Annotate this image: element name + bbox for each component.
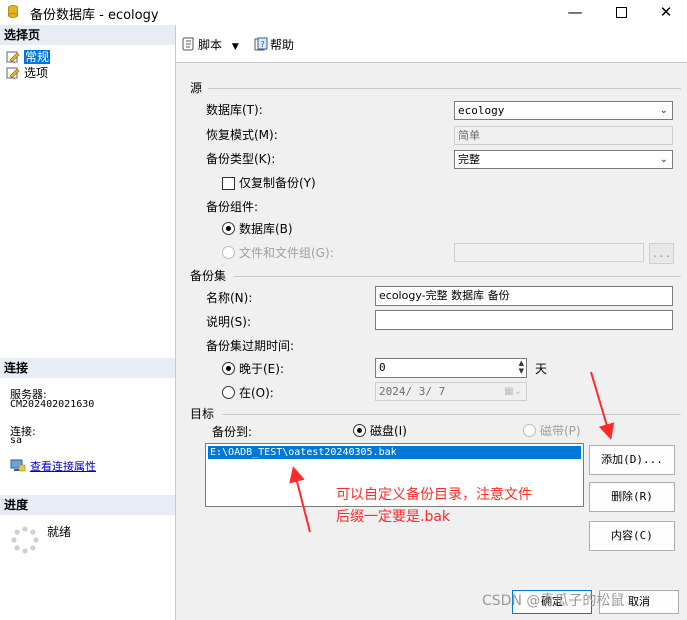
- chevron-down-icon: ⌄: [659, 105, 668, 116]
- divider: [234, 276, 681, 277]
- chevron-down-icon: ▼: [231, 42, 239, 52]
- connection-properties-icon: [10, 459, 26, 472]
- destination-group-label: 目标: [190, 407, 215, 421]
- description-label: 说明(S):: [206, 315, 252, 329]
- component-database-label: 数据库(B): [239, 222, 293, 236]
- chevron-down-icon: ⌄: [659, 154, 668, 165]
- annotation-line-1: 可以自定义备份目录，注意文件: [336, 487, 532, 503]
- expire-label: 备份集过期时间:: [206, 339, 295, 353]
- divider: [222, 414, 681, 415]
- source-group-label: 源: [190, 81, 203, 95]
- left-pane: 选择页 常规 选项 连接 服务器: CM202402021630 连接: sa …: [0, 25, 176, 620]
- divider: [208, 88, 681, 89]
- page-item-general-label: 常规: [24, 50, 51, 64]
- help-button[interactable]: ? 帮助: [254, 37, 294, 53]
- maximize-button[interactable]: [598, 0, 644, 24]
- general-page: 源 数据库(T): ecology ⌄ 恢复模式(M): 简单 备份类型(K):…: [176, 62, 687, 584]
- spinner-icon: [11, 526, 39, 554]
- backup-component-label: 备份组件:: [206, 200, 259, 214]
- remove-destination-button[interactable]: 删除(R): [589, 482, 675, 512]
- backup-to-label: 备份到:: [212, 425, 253, 439]
- connection-value: sa: [10, 435, 23, 446]
- disk-label: 磁盘(I): [370, 424, 407, 438]
- view-connection-properties-label: 查看连接属性: [30, 460, 96, 473]
- filegroups-field: [454, 243, 644, 262]
- help-icon: ?: [254, 37, 268, 51]
- backup-set-group-label: 备份集: [190, 269, 227, 283]
- expire-after-label: 晚于(E):: [239, 362, 284, 376]
- expire-date-picker[interactable]: 2024/ 3/ 7 ▦⌄: [375, 382, 527, 401]
- recovery-model-label: 恢复模式(M):: [206, 128, 278, 142]
- view-connection-properties-link[interactable]: 查看连接属性: [10, 458, 96, 474]
- backup-type-label: 备份类型(K):: [206, 152, 276, 166]
- copy-only-checkbox[interactable]: [222, 177, 235, 190]
- progress-header: 进度: [0, 495, 175, 515]
- page-item-options-label: 选项: [24, 66, 49, 80]
- svg-text:?: ?: [261, 40, 265, 49]
- database-select[interactable]: ecology ⌄: [454, 101, 673, 120]
- minimize-button[interactable]: —: [552, 0, 598, 24]
- expire-on-label: 在(O):: [239, 386, 274, 400]
- stepper-arrows-icon: ▲ ▼: [518, 359, 524, 375]
- expire-days-value: 0: [379, 361, 386, 374]
- copy-only-label: 仅复制备份(Y): [239, 176, 316, 190]
- days-label: 天: [535, 362, 548, 376]
- watermark: CSDN @青瓜子的松鼠: [482, 593, 625, 609]
- script-label: 脚本: [198, 38, 223, 52]
- annotation-line-2: 后缀一定要是.bak: [336, 509, 451, 525]
- page-item-general[interactable]: 常规: [6, 49, 51, 65]
- calendar-icon: ▦⌄: [504, 386, 522, 397]
- database-select-value: ecology: [458, 104, 505, 117]
- expire-after-radio[interactable]: [222, 362, 235, 375]
- name-label: 名称(N):: [206, 291, 253, 305]
- script-icon: [182, 37, 194, 51]
- progress-status: 就绪: [47, 525, 72, 539]
- toolbar: 脚本 ▼ ? 帮助: [176, 25, 687, 62]
- connection-header: 连接: [0, 358, 175, 378]
- script-button[interactable]: 脚本 ▼: [182, 37, 239, 53]
- add-destination-button[interactable]: 添加(D)...: [589, 445, 675, 475]
- component-files-label: 文件和文件组(G):: [239, 246, 334, 260]
- expire-on-radio[interactable]: [222, 386, 235, 399]
- server-value: CM202402021630: [10, 399, 95, 410]
- disk-radio[interactable]: [353, 424, 366, 437]
- backup-name-input[interactable]: ecology-完整 数据库 备份: [375, 286, 673, 306]
- select-page-header: 选择页: [0, 25, 175, 45]
- page-item-options[interactable]: 选项: [6, 65, 48, 81]
- close-icon: ✕: [659, 3, 673, 21]
- backup-type-select[interactable]: 完整 ⌄: [454, 150, 673, 169]
- page-icon: [6, 51, 20, 63]
- window-title: 备份数据库 - ecology: [30, 8, 159, 23]
- tape-label: 磁带(P): [540, 424, 581, 438]
- description-input[interactable]: [375, 310, 673, 330]
- backup-type-select-value: 完整: [458, 153, 480, 166]
- close-button[interactable]: ✕: [643, 0, 687, 24]
- minimize-icon: —: [567, 3, 583, 21]
- title-bar: 备份数据库 - ecology — ✕: [0, 0, 687, 24]
- contents-button[interactable]: 内容(C): [589, 521, 675, 551]
- help-label: 帮助: [270, 38, 295, 52]
- page-icon: [6, 67, 20, 79]
- component-database-radio[interactable]: [222, 222, 235, 235]
- database-label: 数据库(T):: [206, 103, 263, 117]
- recovery-model-field: 简单: [454, 126, 673, 145]
- database-icon: [8, 5, 18, 18]
- expire-date-value: 2024/ 3/ 7: [379, 385, 446, 398]
- maximize-icon: [615, 7, 627, 18]
- component-files-radio[interactable]: [222, 246, 235, 259]
- destination-path-item[interactable]: E:\OADB_TEST\oatest20240305.bak: [208, 446, 581, 459]
- expire-days-stepper[interactable]: 0 ▲ ▼: [375, 358, 527, 378]
- filegroups-browse-button[interactable]: ...: [649, 243, 674, 264]
- tape-radio[interactable]: [523, 424, 536, 437]
